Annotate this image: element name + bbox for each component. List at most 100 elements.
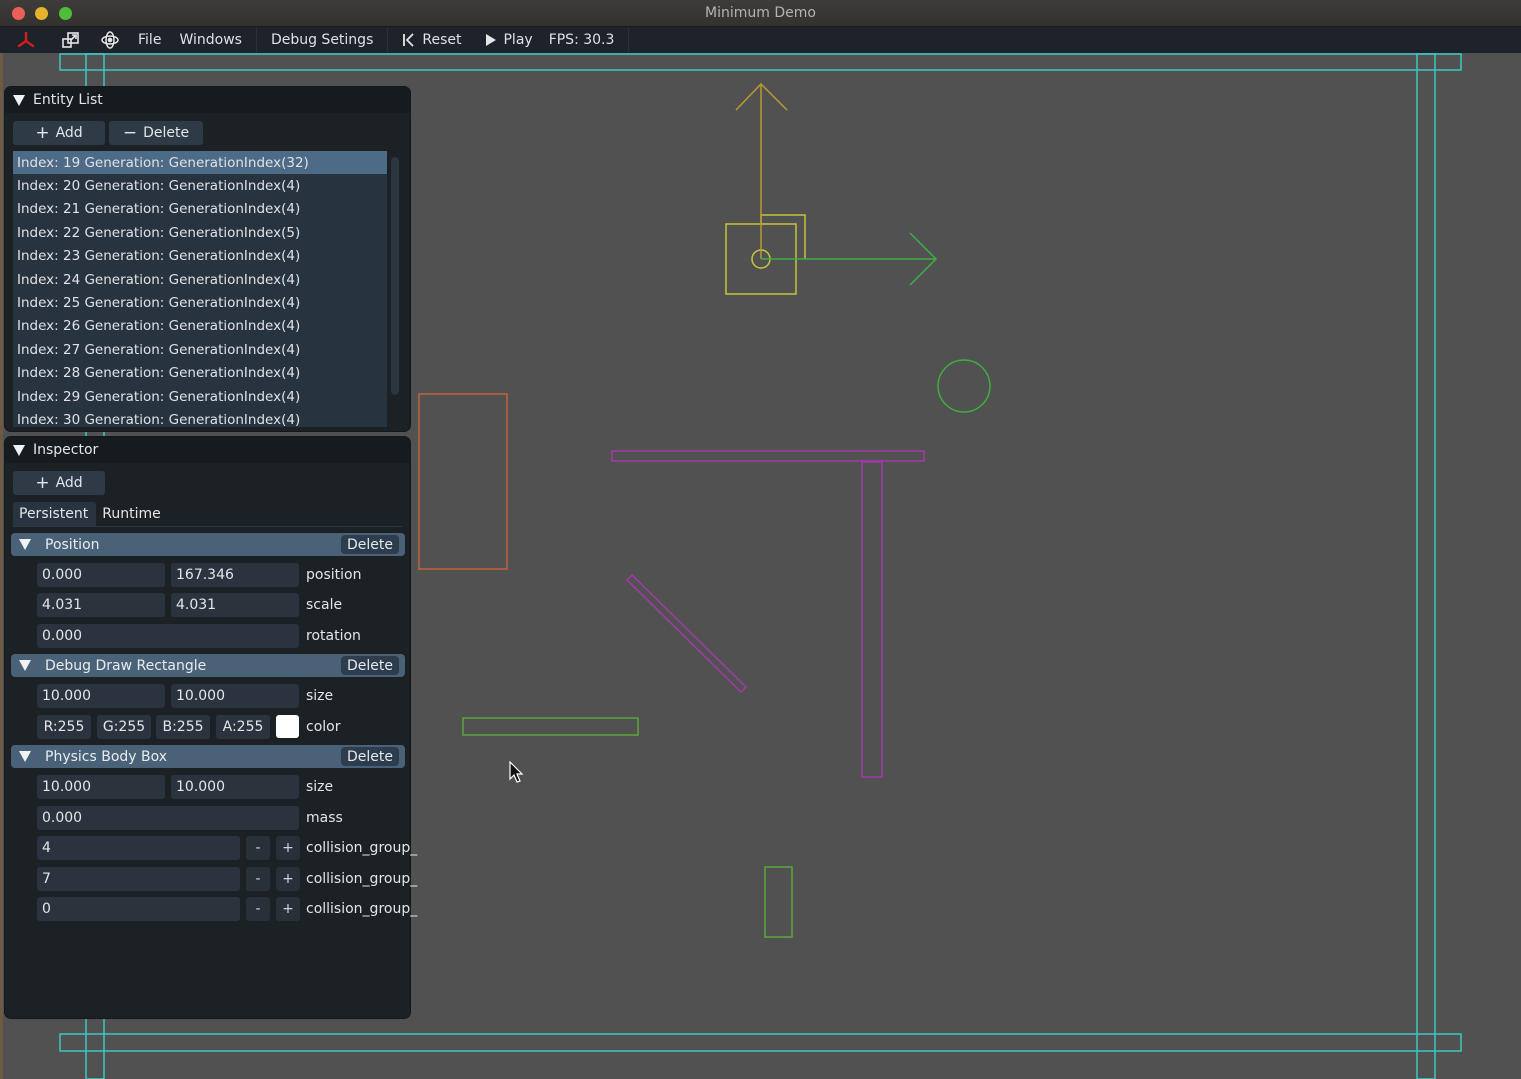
rect-size-y-input[interactable]: 10.000 [171,684,299,708]
color-r-input[interactable]: R:255 [37,715,91,739]
add-entity-button[interactable]: + Add [13,121,105,145]
entity-list-item[interactable]: Index: 28 Generation: GenerationIndex(4) [13,362,387,385]
color-label: color [306,719,341,735]
inspector-title: Inspector [33,442,99,458]
collision-group-increment-button[interactable]: + [276,867,300,891]
position-y-input[interactable]: 167.346 [171,563,299,587]
collapse-triangle-icon [13,444,25,456]
minus-icon: − [122,122,138,143]
wall-top [59,53,1462,71]
play-icon [486,34,497,46]
collapse-triangle-icon [13,94,25,106]
collision-group-increment-button[interactable]: + [276,897,300,921]
tab-runtime[interactable]: Runtime [96,502,168,526]
collision-group-input[interactable]: 4 [37,836,240,860]
entity-list-item[interactable]: Index: 21 Generation: GenerationIndex(4) [13,198,387,221]
entity-list-item[interactable]: Index: 27 Generation: GenerationIndex(4) [13,338,387,361]
color-swatch[interactable] [276,715,299,738]
plus-icon: + [35,122,50,143]
play-label: Play [503,32,533,48]
collision-group-decrement-button[interactable]: - [246,867,270,891]
debug-draw-rectangle-section-header[interactable]: Debug Draw Rectangle Delete [11,654,405,677]
green-small-box [764,866,793,938]
delete-position-button[interactable]: Delete [341,535,399,554]
add-component-button[interactable]: + Add [13,471,105,495]
color-b-input[interactable]: B:255 [156,715,210,739]
menu-windows[interactable]: Windows [169,27,250,53]
collision-group-decrement-button[interactable]: - [246,836,270,860]
collision-group-decrement-button[interactable]: - [246,897,270,921]
mass-label: mass [306,810,343,826]
mass-input[interactable]: 0.000 [37,806,299,830]
entity-list-item[interactable]: Index: 29 Generation: GenerationIndex(4) [13,385,387,408]
collision-group-label: collision_group_ [306,871,418,887]
add-component-label: Add [55,475,83,491]
entity-list-item[interactable]: Index: 23 Generation: GenerationIndex(4) [13,245,387,268]
delete-debug-draw-rectangle-button[interactable]: Delete [341,656,399,675]
green-platform [462,717,639,736]
scale-y-input[interactable]: 4.031 [171,593,299,617]
collision-group-input[interactable]: 7 [37,867,240,891]
fps-readout: FPS: 30.3 [548,32,615,48]
collision-group-input[interactable]: 0 [37,897,240,921]
inspector-panel: Inspector + Add Persistent Runtime Posit… [4,436,417,1019]
collapse-triangle-icon [19,751,31,762]
rotation-input[interactable]: 0.000 [37,624,299,648]
entity-list-item[interactable]: Index: 20 Generation: GenerationIndex(4) [13,174,387,197]
position-section-header[interactable]: Position Delete [11,533,405,556]
color-a-input[interactable]: A:255 [216,715,270,739]
orbit-icon[interactable] [88,27,128,53]
window-restore-icon[interactable] [44,27,88,53]
gizmo-x-axis [761,232,938,286]
add-entity-label: Add [55,125,83,141]
entity-list-header[interactable]: Entity List [5,87,410,113]
physics-size-x-input[interactable]: 10.000 [37,775,165,799]
magenta-diagonal-plank [625,573,748,694]
entity-list-item[interactable]: Index: 25 Generation: GenerationIndex(4) [13,291,387,314]
physics-body-box-section-header[interactable]: Physics Body Box Delete [11,745,405,768]
menu-debug-settings[interactable]: Debug Setings [263,27,381,53]
magenta-vertical-bar [861,461,883,778]
position-section-title: Position [45,536,100,553]
physics-size-y-input[interactable]: 10.000 [171,775,299,799]
entity-list-item[interactable]: Index: 30 Generation: GenerationIndex(4) [13,408,387,427]
entity-list-item[interactable]: Index: 24 Generation: GenerationIndex(4) [13,268,387,291]
play-button[interactable]: Play [469,27,540,53]
position-label: position [306,567,362,583]
reset-button[interactable]: Reset [394,27,469,53]
rect-size-x-input[interactable]: 10.000 [37,684,165,708]
circle-body [937,359,991,413]
scale-x-input[interactable]: 4.031 [37,593,165,617]
entity-list-title: Entity List [33,92,103,108]
delete-entity-label: Delete [143,125,190,141]
tab-persistent[interactable]: Persistent [13,502,97,526]
plus-icon: + [35,472,50,493]
inspector-header[interactable]: Inspector [5,437,410,463]
rotation-label: rotation [306,628,361,644]
collision-group-label: collision_group_ [306,901,418,917]
delete-entity-button[interactable]: − Delete [109,121,203,145]
title-bar: Minimum Demo [0,0,1521,27]
entity-list-item[interactable]: Index: 22 Generation: GenerationIndex(5) [13,221,387,244]
menu-file[interactable]: File [128,27,169,53]
scale-label: scale [306,597,343,613]
position-x-input[interactable]: 0.000 [37,563,165,587]
debug-draw-rectangle-title: Debug Draw Rectangle [45,657,207,674]
rect-size-label: size [306,688,334,704]
delete-physics-body-box-button[interactable]: Delete [341,747,399,766]
entity-list-scrollbar[interactable] [391,157,399,395]
color-g-input[interactable]: G:255 [97,715,151,739]
physics-body-box-title: Physics Body Box [45,748,168,765]
entity-list-item[interactable]: Index: 19 Generation: GenerationIndex(32… [13,151,387,175]
entity-list[interactable]: Index: 19 Generation: GenerationIndex(32… [13,151,387,427]
skip-back-icon [403,33,415,47]
entity-list-panel: Entity List + Add − Delete Index: 19 Gen… [4,86,411,432]
mouse-cursor-icon [509,761,524,783]
collapse-triangle-icon [19,539,31,550]
collision-group-increment-button[interactable]: + [276,836,300,860]
entity-list-item[interactable]: Index: 26 Generation: GenerationIndex(4) [13,315,387,338]
physics-size-label: size [306,779,334,795]
tab-divider [13,526,402,527]
wall-right [1416,53,1436,1079]
axis-gizmo-icon[interactable] [0,27,44,53]
